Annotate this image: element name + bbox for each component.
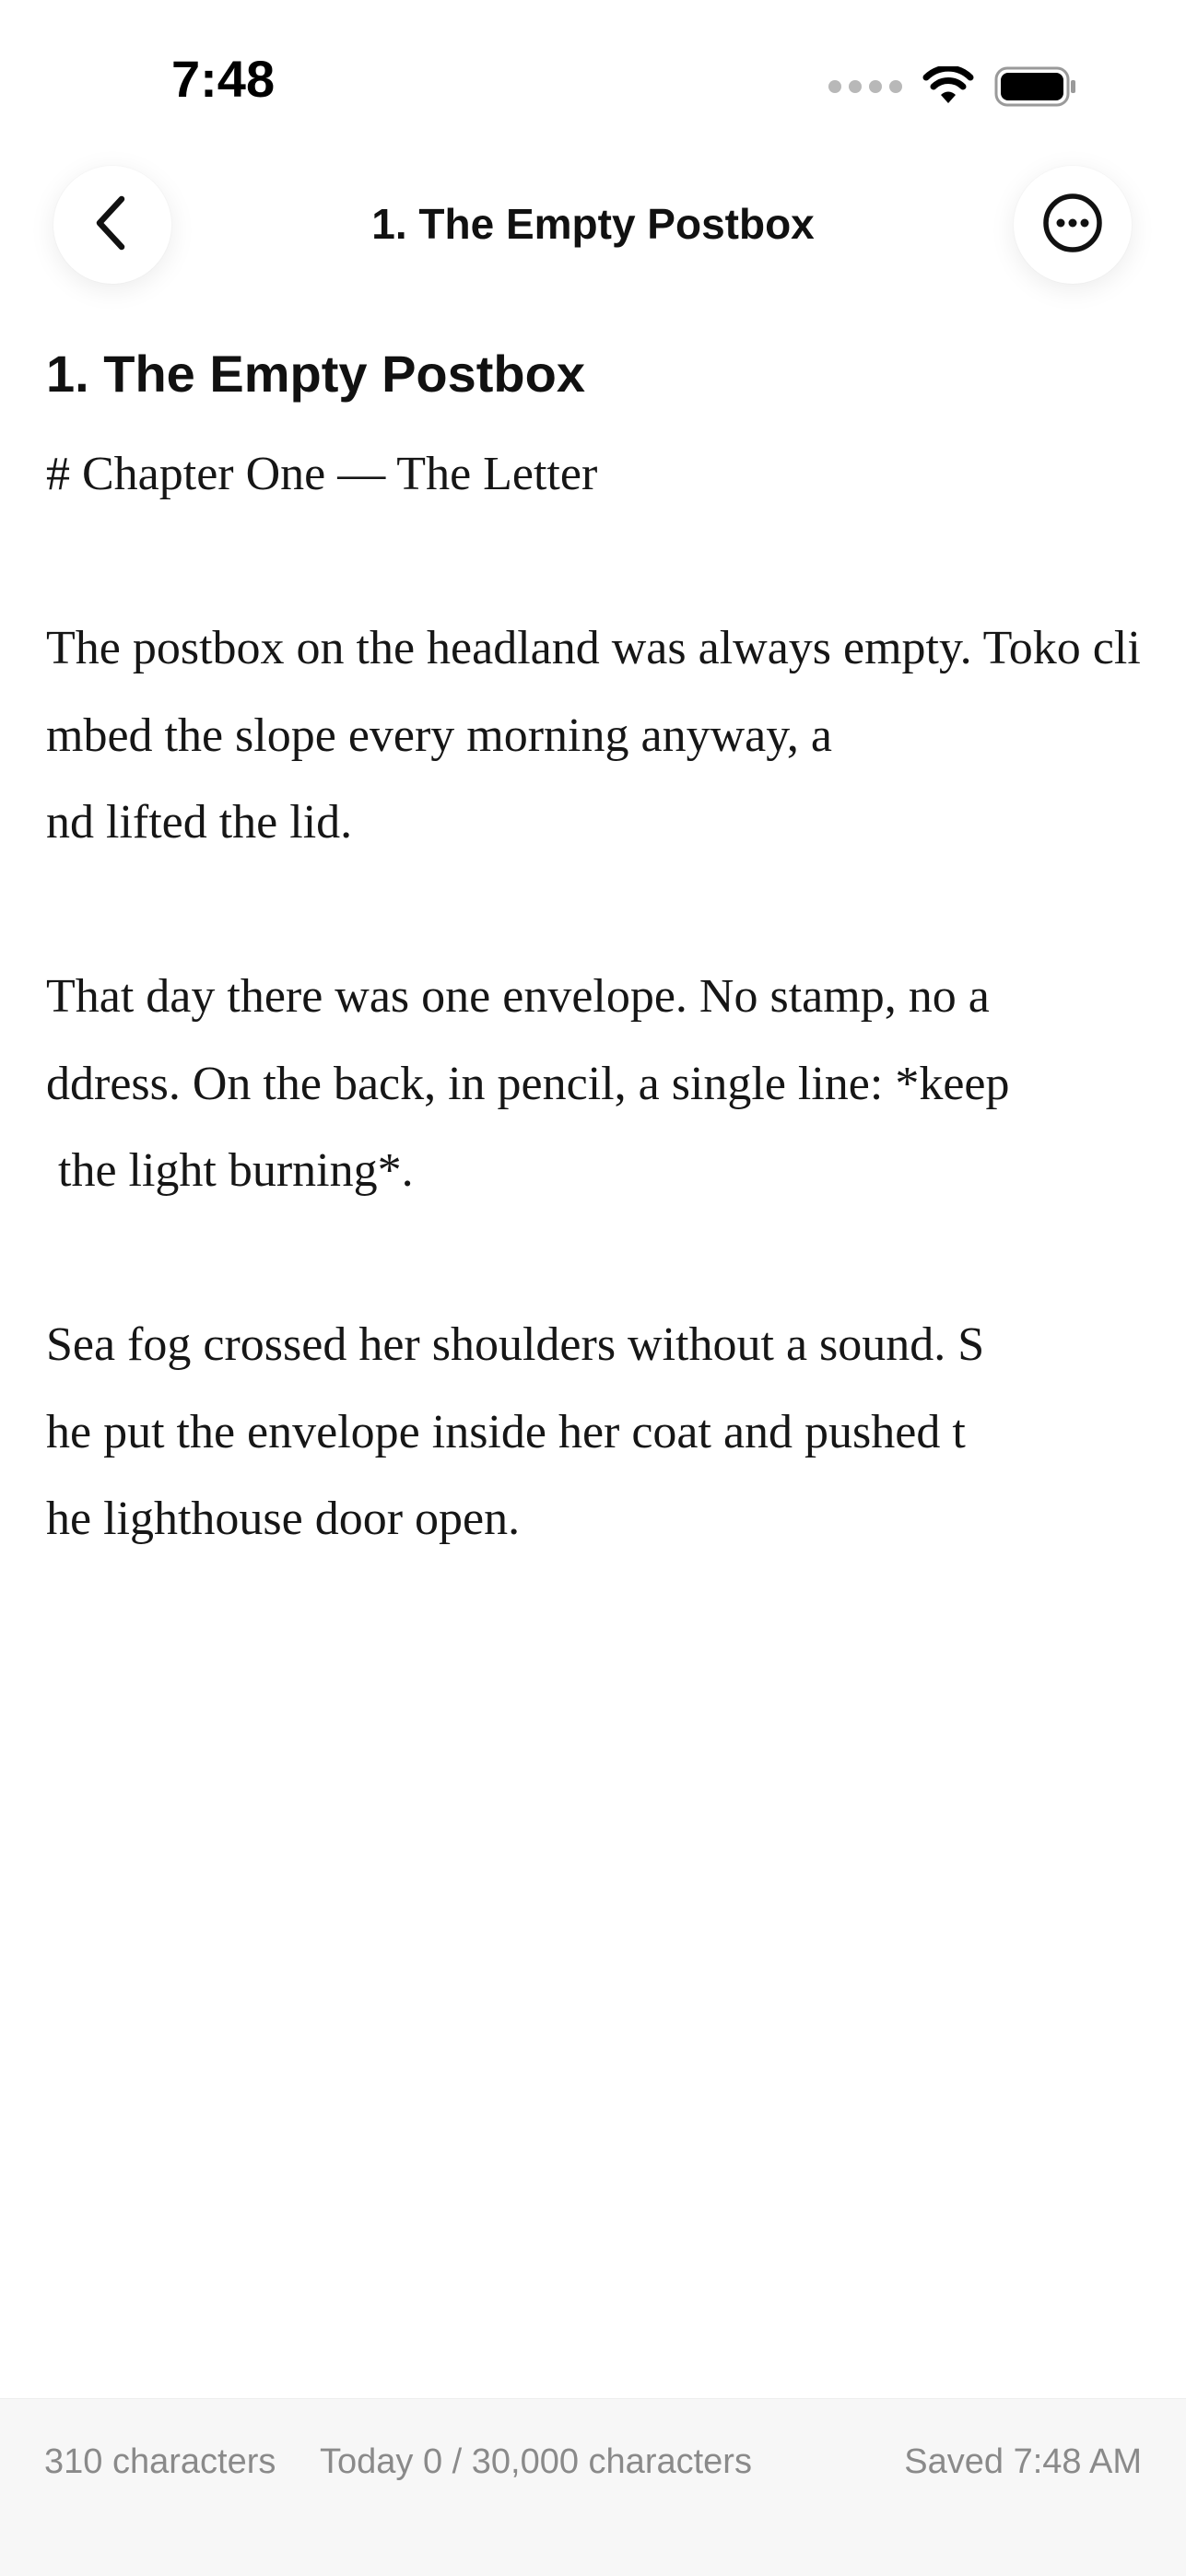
navigation-bar: 1. The Empty Postbox [0,157,1186,295]
status-bar: 7:48 [0,0,1186,147]
wifi-icon [922,66,974,107]
page-title: 1. The Empty Postbox [371,200,815,248]
daily-goal-progress: Today 0 / 30,000 characters [320,2442,752,2481]
editor-footer: 310 characters Today 0 / 30,000 characte… [0,2398,1186,2576]
document-title[interactable]: 1. The Empty Postbox [46,341,1143,407]
document-body-editor[interactable]: # Chapter One — The Letter The postbox o… [46,431,1143,1563]
ellipsis-circle-icon [1041,192,1104,259]
character-count: 310 characters [44,2442,276,2481]
status-icons [828,64,1077,109]
status-time: 7:48 [171,50,276,108]
cellular-signal-icon [828,80,902,93]
editor-content: 1. The Empty Postbox # Chapter One — The… [46,341,1143,1563]
more-options-button[interactable] [1014,166,1132,284]
saved-status: Saved 7:48 AM [904,2442,1142,2481]
battery-icon [994,66,1077,107]
